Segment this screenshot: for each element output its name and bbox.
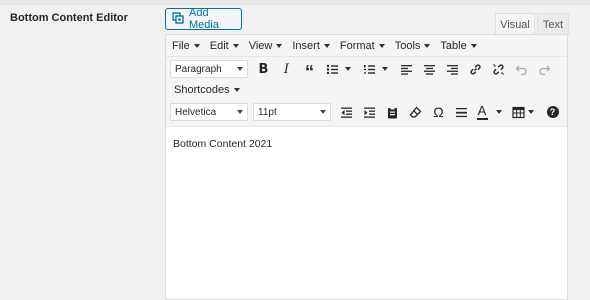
bullet-list-dropdown[interactable]	[344, 59, 352, 79]
numbered-list-icon	[364, 64, 375, 74]
text-color-dropdown[interactable]	[495, 102, 503, 122]
italic-button[interactable]: I	[275, 59, 298, 79]
editor-toolbar-area: File Edit View Insert Format Tools Table…	[166, 35, 567, 127]
format-select[interactable]: Paragraph	[170, 60, 248, 78]
outdent-icon	[341, 107, 352, 118]
chevron-down-icon	[193, 43, 200, 48]
chevron-down-icon	[237, 67, 243, 71]
text-color-swatch	[476, 118, 488, 120]
chevron-down-icon	[424, 43, 431, 48]
outdent-button[interactable]	[335, 102, 358, 122]
menu-insert-label: Insert	[292, 39, 320, 52]
chevron-down-icon	[378, 43, 385, 48]
chevron-down-icon	[345, 67, 351, 71]
chevron-down-icon	[233, 88, 240, 92]
chevron-down-icon	[237, 110, 243, 114]
numbered-list-button[interactable]	[358, 59, 381, 79]
chevron-down-icon	[276, 43, 283, 48]
eraser-icon	[409, 106, 422, 118]
undo-icon	[515, 65, 527, 75]
bullet-list-button[interactable]	[321, 59, 344, 79]
link-icon	[470, 63, 481, 75]
add-media-label: Add Media	[189, 7, 219, 31]
menu-format[interactable]: Format	[340, 40, 385, 52]
chevron-down-icon	[232, 43, 239, 48]
unlink-icon	[493, 63, 504, 75]
format-select-value: Paragraph	[175, 63, 222, 75]
menu-tools[interactable]: Tools	[395, 40, 431, 52]
omega-icon: Ω	[433, 104, 444, 120]
align-left-icon	[401, 64, 412, 75]
menu-view[interactable]: View	[249, 40, 283, 52]
font-size-select[interactable]: 11pt	[253, 103, 331, 121]
align-right-button[interactable]	[441, 59, 464, 79]
bullet-list-icon	[326, 64, 338, 74]
menu-table-label: Table	[440, 39, 467, 52]
redo-icon	[539, 65, 551, 75]
font-family-select[interactable]: Helvetica	[170, 103, 248, 121]
toolbar-row-1: Paragraph B I “	[166, 58, 567, 82]
redo-button[interactable]	[533, 59, 556, 79]
clear-formatting-button[interactable]	[404, 102, 427, 122]
numbered-list-dropdown[interactable]	[381, 59, 389, 79]
menu-file-label: File	[172, 39, 190, 52]
font-family-value: Helvetica	[175, 106, 217, 118]
special-character-button[interactable]: Ω	[427, 102, 450, 122]
italic-icon: I	[283, 61, 290, 77]
indent-button[interactable]	[358, 102, 381, 122]
top-edge	[0, 0, 590, 5]
menu-format-label: Format	[339, 39, 375, 52]
remove-link-button[interactable]	[487, 59, 510, 79]
add-media-icon	[172, 11, 184, 27]
menu-view-label: View	[248, 39, 273, 52]
menu-tools-label: Tools	[394, 39, 421, 52]
menubar: File Edit View Insert Format Tools Table	[166, 35, 567, 57]
table-button[interactable]	[509, 102, 527, 122]
chevron-down-icon	[528, 110, 534, 114]
align-center-button[interactable]	[418, 59, 441, 79]
menu-edit-label: Edit	[209, 39, 229, 52]
editor-content[interactable]: Bottom Content 2021	[173, 138, 272, 150]
insert-link-button[interactable]	[464, 59, 487, 79]
menu-insert[interactable]: Insert	[292, 40, 330, 52]
clipboard-icon	[388, 106, 397, 118]
bold-button[interactable]: B	[252, 59, 275, 79]
menu-file[interactable]: File	[172, 40, 200, 52]
blockquote-button[interactable]: “	[298, 59, 321, 82]
horizontal-line-button[interactable]	[450, 102, 473, 122]
menu-table[interactable]: Table	[440, 39, 477, 52]
shortcodes-menu[interactable]: Shortcodes	[174, 84, 240, 96]
editor: File Edit View Insert Format Tools Table…	[165, 34, 568, 300]
chevron-down-icon	[382, 67, 388, 71]
align-center-icon	[424, 64, 435, 75]
help-button[interactable]: ?	[541, 102, 564, 122]
toolbar-row-3: Helvetica 11pt Ω A ?	[166, 101, 567, 123]
align-left-button[interactable]	[395, 59, 418, 79]
chevron-down-icon	[470, 43, 477, 48]
add-media-button[interactable]: Add Media	[165, 7, 242, 31]
shortcodes-label: Shortcodes	[174, 84, 230, 96]
text-color-button[interactable]: A	[473, 102, 491, 122]
table-dropdown[interactable]	[527, 102, 535, 122]
text-color-icon: A	[477, 103, 487, 118]
horizontal-line-icon	[456, 107, 467, 117]
chevron-down-icon	[320, 110, 326, 114]
menu-edit[interactable]: Edit	[210, 40, 239, 52]
help-icon: ?	[546, 106, 559, 118]
bold-icon: B	[258, 61, 269, 77]
paste-text-button[interactable]	[381, 102, 404, 122]
chevron-down-icon	[323, 43, 330, 48]
chevron-down-icon	[496, 110, 502, 114]
indent-icon	[364, 107, 375, 118]
tab-text[interactable]: Text	[537, 13, 569, 35]
toolbar-row-2: Shortcodes	[166, 79, 567, 101]
field-label: Bottom Content Editor	[10, 12, 128, 24]
table-icon	[511, 106, 525, 118]
tab-visual[interactable]: Visual	[495, 13, 535, 35]
align-right-icon	[447, 64, 458, 75]
undo-button[interactable]	[510, 59, 533, 79]
font-size-value: 11pt	[258, 106, 277, 118]
